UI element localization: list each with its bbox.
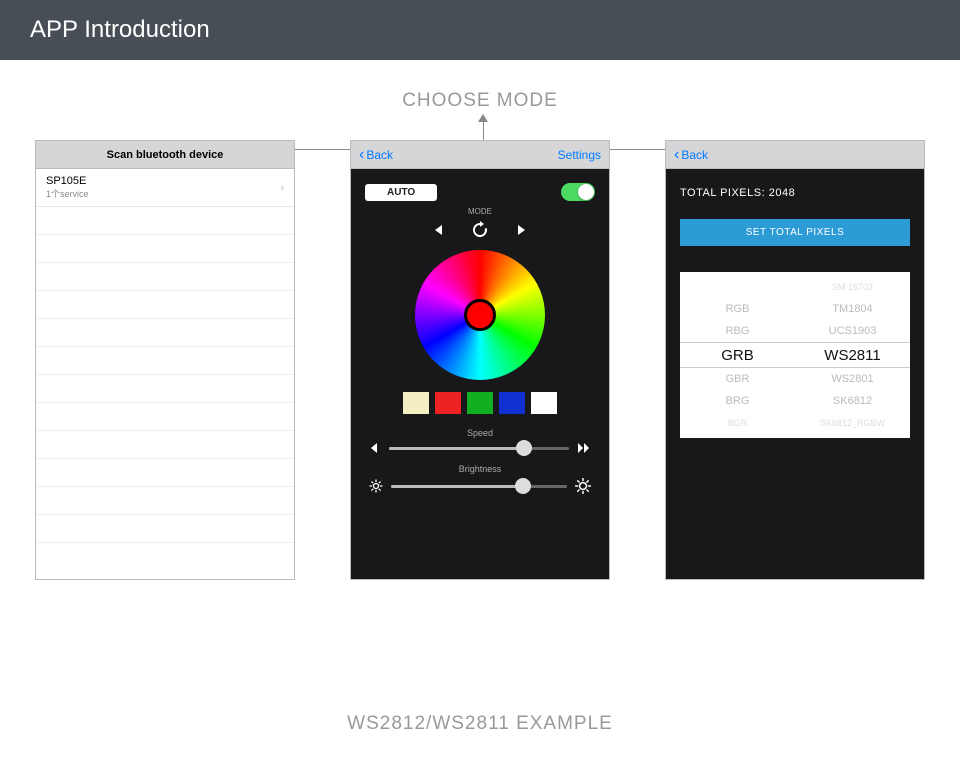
picker-col-ic: SK6812 [795, 395, 910, 407]
mode-label: MODE [365, 207, 595, 216]
picker-row[interactable]: BGRSK6812_RGBW [680, 412, 910, 434]
nav-bar: Back Settings [351, 141, 609, 169]
picker-col-ic: SM 16703 [795, 282, 910, 292]
device-list-item[interactable]: SP105E 1个service › [36, 169, 294, 207]
picker-col-order: RGB [680, 303, 795, 315]
choose-mode-label: CHOOSE MODE [402, 90, 558, 112]
picker-col-ic: SK6812_RGBW [795, 418, 910, 428]
picker-col-ic: UCS1903 [795, 325, 910, 337]
fast-icon[interactable] [577, 442, 591, 454]
picker-col-ic: WS2801 [795, 373, 910, 385]
color-swatch[interactable] [403, 392, 429, 414]
picker-col-order: GBR [680, 373, 795, 385]
picker-col-ic: TM1804 [795, 303, 910, 315]
back-button[interactable]: Back [674, 146, 708, 164]
page-header: APP Introduction [0, 0, 960, 60]
list-item [36, 347, 294, 375]
settings-button[interactable]: Settings [558, 148, 601, 162]
nav-title: Scan bluetooth device [36, 149, 294, 161]
prev-mode-icon[interactable] [432, 223, 444, 237]
screen-settings: Back TOTAL PIXELS: 2048 SET TOTAL PIXELS… [665, 140, 925, 580]
refresh-icon[interactable] [470, 220, 490, 240]
chevron-right-icon: › [280, 182, 284, 194]
color-swatch[interactable] [499, 392, 525, 414]
speed-label: Speed [365, 428, 595, 438]
chevron-left-icon [359, 146, 364, 164]
list-item [36, 291, 294, 319]
list-item [36, 207, 294, 235]
screen-scan: Scan bluetooth device SP105E 1个service › [35, 140, 295, 580]
picker-col-ic: WS2811 [795, 347, 910, 364]
nav-bar: Scan bluetooth device [36, 141, 294, 169]
list-item [36, 403, 294, 431]
picker-row[interactable]: BRGSK6812 [680, 390, 910, 412]
brightness-label: Brightness [365, 464, 595, 474]
list-item [36, 459, 294, 487]
picker-row[interactable]: RBGUCS1903 [680, 320, 910, 342]
back-button[interactable]: Back [359, 146, 393, 164]
list-item [36, 375, 294, 403]
color-wheel[interactable] [415, 250, 545, 380]
brightness-low-icon[interactable] [369, 479, 383, 493]
picker-row[interactable]: GRBWS2811 [680, 342, 910, 368]
ic-picker[interactable]: SM 16703RGBTM1804RBGUCS1903GRBWS2811GBRW… [680, 272, 910, 438]
speed-slider[interactable] [389, 447, 569, 450]
list-item [36, 263, 294, 291]
picker-col-order: BGR [680, 418, 795, 428]
total-pixels-label: TOTAL PIXELS: 2048 [680, 187, 910, 199]
picker-col-order: BRG [680, 395, 795, 407]
list-item [36, 235, 294, 263]
list-item [36, 487, 294, 515]
color-swatch[interactable] [531, 392, 557, 414]
color-swatch[interactable] [435, 392, 461, 414]
slow-icon[interactable] [369, 442, 381, 454]
list-item [36, 515, 294, 543]
brightness-high-icon[interactable] [575, 478, 591, 494]
picker-col-order: RBG [680, 325, 795, 337]
next-mode-icon[interactable] [516, 223, 528, 237]
picker-row[interactable]: GBRWS2801 [680, 368, 910, 390]
list-item [36, 431, 294, 459]
auto-button[interactable]: AUTO [365, 184, 437, 201]
power-toggle[interactable] [561, 183, 595, 201]
color-swatch[interactable] [467, 392, 493, 414]
picker-col-order: GRB [680, 347, 795, 364]
picker-row[interactable]: SM 16703 [680, 276, 910, 298]
page-title: APP Introduction [30, 16, 210, 43]
device-sub: 1个service [46, 187, 89, 200]
device-name: SP105E [46, 175, 89, 187]
chevron-left-icon [674, 146, 679, 164]
brightness-slider[interactable] [391, 485, 567, 488]
nav-bar: Back [666, 141, 924, 169]
screen-control: Back Settings AUTO MODE Speed [350, 140, 610, 580]
set-pixels-button[interactable]: SET TOTAL PIXELS [680, 219, 910, 246]
list-item [36, 319, 294, 347]
example-label: WS2812/WS2811 EXAMPLE [347, 713, 613, 735]
picker-row[interactable]: RGBTM1804 [680, 298, 910, 320]
